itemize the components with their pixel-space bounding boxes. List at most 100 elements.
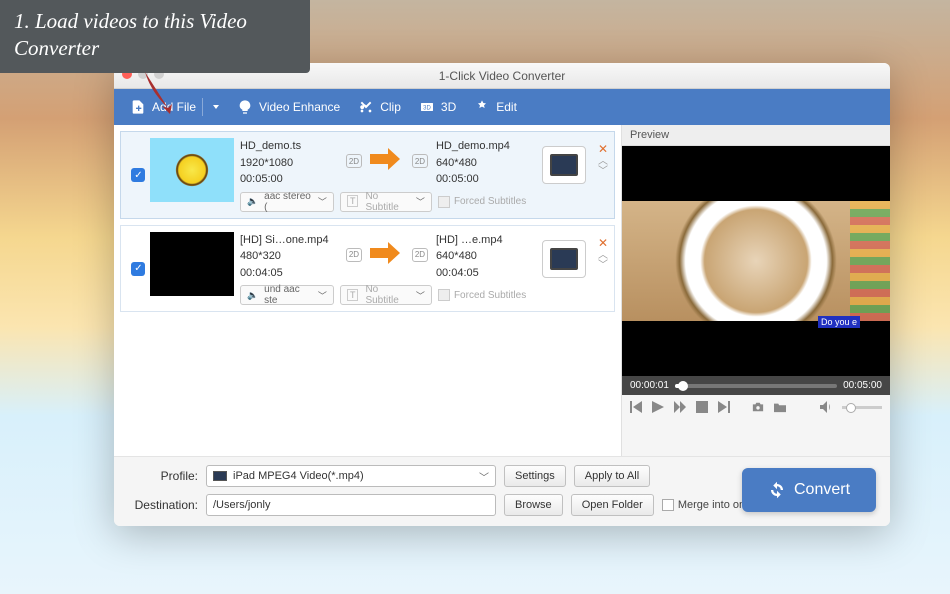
output-filename: HD_demo.mp4 [436, 138, 534, 155]
convert-button[interactable]: Convert [742, 468, 876, 512]
three-d-icon: 3D [419, 99, 435, 115]
input-filename: [HD] Si…one.mp4 [240, 232, 338, 249]
input-resolution: 480*320 [240, 248, 338, 265]
browse-button[interactable]: Browse [504, 494, 563, 516]
chevron-down-icon: ﹀ [416, 195, 425, 208]
profile-select[interactable]: iPad MPEG4 Video(*.mp4) ﹀ [206, 465, 496, 487]
stop-icon[interactable] [696, 401, 708, 413]
input-dimension-badge: 2D [346, 154, 362, 168]
forced-subtitles-label: Forced Subtitles [454, 196, 526, 207]
output-duration: 00:04:05 [436, 265, 534, 282]
subtitle-label: No Subtitle [365, 191, 411, 213]
volume-slider[interactable] [842, 406, 882, 409]
video-enhance-label: Video Enhance [259, 100, 340, 114]
three-d-button[interactable]: 3D 3D [419, 99, 456, 115]
clip-button[interactable]: Clip [358, 99, 401, 115]
add-file-dropdown-icon[interactable] [213, 105, 219, 109]
convert-icon [768, 481, 786, 499]
fast-forward-icon[interactable] [674, 401, 686, 413]
preview-title: Preview [622, 125, 890, 146]
toolbar-divider [202, 98, 203, 116]
forced-subtitles-label: Forced Subtitles [454, 290, 526, 301]
open-folder-icon[interactable] [774, 401, 786, 413]
ipad-icon [213, 471, 227, 481]
destination-input[interactable]: /Users/jonly [206, 494, 496, 516]
output-duration: 00:05:00 [436, 171, 534, 188]
annotation-tooltip: 1. Load videos to this Video Converter [0, 0, 310, 73]
subtitle-label: No Subtitle [365, 284, 411, 306]
file-item[interactable]: HD_demo.ts 1920*1080 00:05:00 2D 2D HD_d… [120, 131, 615, 219]
move-up-icon[interactable]: ︿ [598, 252, 608, 260]
chevron-down-icon: ﹀ [416, 289, 425, 302]
svg-text:3D: 3D [423, 106, 431, 112]
three-d-label: 3D [441, 100, 456, 114]
output-dimension-badge: 2D [412, 248, 428, 262]
input-resolution: 1920*1080 [240, 155, 338, 172]
seek-slider[interactable] [675, 384, 837, 388]
file-thumbnail[interactable] [150, 138, 234, 202]
preview-panel: Preview Do you e 00:00:01 00:05:00 [622, 125, 890, 456]
annotation-arrow-icon [140, 70, 180, 125]
file-checkbox[interactable] [131, 262, 145, 276]
move-down-icon[interactable]: ﹀ [598, 168, 608, 176]
input-dimension-badge: 2D [346, 248, 362, 262]
file-thumbnail[interactable] [150, 232, 234, 296]
profile-value: iPad MPEG4 Video(*.mp4) [233, 470, 364, 482]
video-enhance-button[interactable]: Video Enhance [237, 99, 340, 115]
convert-arrow-icon [370, 148, 404, 175]
subtitle-select[interactable]: No Subtitle ﹀ [340, 285, 432, 305]
input-duration: 00:05:00 [240, 171, 338, 188]
edit-label: Edit [496, 100, 517, 114]
move-up-icon[interactable]: ︿ [598, 158, 608, 166]
time-total: 00:05:00 [843, 380, 882, 391]
file-item[interactable]: [HD] Si…one.mp4 480*320 00:04:05 2D 2D [… [120, 225, 615, 313]
time-current: 00:00:01 [630, 380, 669, 391]
play-icon[interactable] [652, 401, 664, 413]
audio-track-label: aac stereo ( [264, 191, 314, 213]
enhance-icon [237, 99, 253, 115]
audio-track-label: und aac ste [264, 284, 314, 306]
remove-item-icon[interactable]: ✕ [598, 142, 608, 156]
subtitle-select[interactable]: No Subtitle ﹀ [340, 192, 432, 212]
move-down-icon[interactable]: ﹀ [598, 262, 608, 270]
output-resolution: 640*480 [436, 248, 534, 265]
chevron-down-icon: ﹀ [479, 469, 489, 484]
scissors-icon [358, 99, 374, 115]
audio-track-select[interactable]: aac stereo ( ﹀ [240, 192, 334, 212]
clip-label: Clip [380, 100, 401, 114]
settings-button[interactable]: Settings [504, 465, 566, 487]
output-resolution: 640*480 [436, 155, 534, 172]
playback-timeline: 00:00:01 00:05:00 [622, 376, 890, 395]
file-checkbox[interactable] [131, 168, 145, 182]
destination-value: /Users/jonly [213, 499, 270, 511]
convert-arrow-icon [370, 242, 404, 269]
output-dimension-badge: 2D [412, 154, 428, 168]
next-track-icon[interactable] [718, 401, 730, 413]
main-toolbar: Add File Video Enhance Clip 3D 3D Edit [114, 89, 890, 125]
chevron-down-icon: ﹀ [318, 289, 327, 302]
destination-label: Destination: [126, 498, 198, 512]
subtitle-overlay: Do you e [818, 316, 860, 328]
output-filename: [HD] …e.mp4 [436, 232, 534, 249]
input-duration: 00:04:05 [240, 265, 338, 282]
device-preset-thumb[interactable] [542, 146, 586, 184]
open-folder-button[interactable]: Open Folder [571, 494, 654, 516]
device-preset-thumb[interactable] [542, 240, 586, 278]
edit-button[interactable]: Edit [474, 99, 517, 115]
remove-item-icon[interactable]: ✕ [598, 236, 608, 250]
audio-track-select[interactable]: und aac ste ﹀ [240, 285, 334, 305]
prev-track-icon[interactable] [630, 401, 642, 413]
file-list: HD_demo.ts 1920*1080 00:05:00 2D 2D HD_d… [114, 125, 622, 456]
playback-controls [622, 395, 890, 419]
forced-subtitles-checkbox[interactable]: Forced Subtitles [438, 285, 526, 305]
chevron-down-icon: ﹀ [318, 195, 327, 208]
forced-subtitles-checkbox[interactable]: Forced Subtitles [438, 192, 526, 212]
volume-icon[interactable] [820, 401, 832, 413]
input-filename: HD_demo.ts [240, 138, 338, 155]
snapshot-icon[interactable] [752, 401, 764, 413]
edit-icon [474, 99, 490, 115]
convert-label: Convert [794, 481, 850, 499]
video-preview[interactable]: Do you e [622, 146, 890, 376]
apply-all-button[interactable]: Apply to All [574, 465, 650, 487]
app-window: 1-Click Video Converter Add File Video E… [114, 63, 890, 526]
